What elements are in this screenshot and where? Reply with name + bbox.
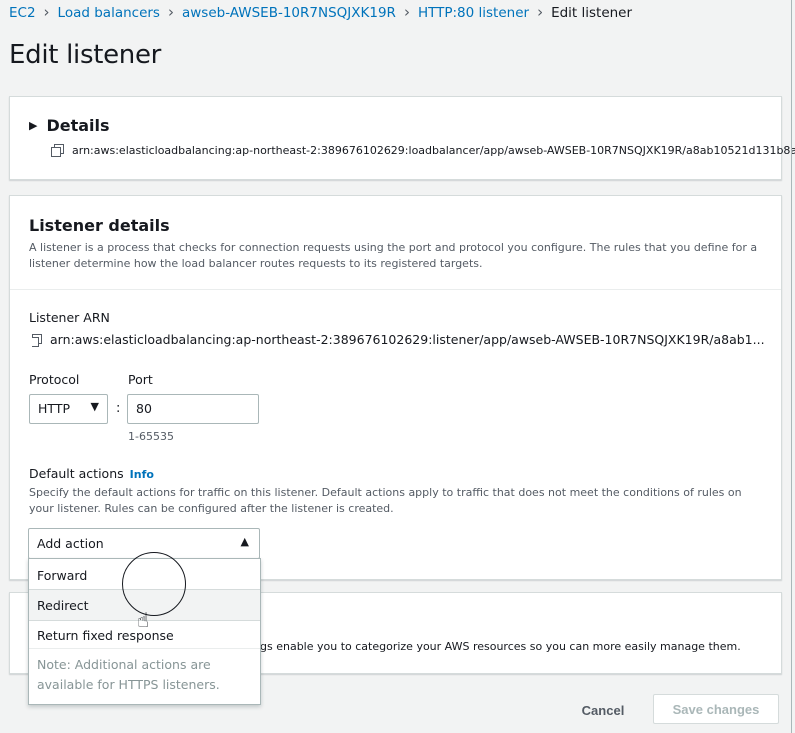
cancel-button[interactable]: Cancel [567, 696, 639, 724]
menu-item-redirect[interactable]: Redirect [29, 589, 260, 621]
copy-icon[interactable] [32, 334, 42, 347]
listener-details-title: Listener details [29, 216, 170, 235]
menu-item-return-fixed-response[interactable]: Return fixed response [29, 620, 260, 650]
protocol-label: Protocol [29, 372, 80, 387]
menu-item-label: Redirect [37, 598, 89, 613]
port-value: 80 [136, 401, 152, 416]
breadcrumb-ec2[interactable]: EC2 [9, 5, 36, 21]
listener-details-panel: Listener details A listener is a process… [9, 195, 782, 580]
caret-up-icon: ▲ [240, 535, 249, 548]
listener-arn-label: Listener ARN [29, 310, 110, 325]
details-heading: Details [46, 116, 110, 135]
window-edge [791, 0, 792, 733]
menu-item-forward[interactable]: Forward [29, 560, 260, 590]
breadcrumb-load-balancer[interactable]: awseb-AWSEB-10R7NSQJXK19R [182, 5, 396, 21]
details-panel: ▶ Details arn:aws:elasticloadbalancing:ap… [9, 96, 795, 180]
port-label: Port [128, 372, 153, 387]
listener-arn: arn:aws:elasticloadbalancing:ap-northeas… [32, 332, 772, 347]
listener-details-description: A listener is a process that checks for … [29, 241, 758, 270]
port-hint: 1-65535 [128, 430, 174, 443]
copy-icon[interactable] [51, 144, 64, 157]
breadcrumb-listener[interactable]: HTTP:80 listener [418, 5, 529, 21]
protocol-select[interactable]: HTTP ▼ [29, 394, 108, 424]
tags-description: gs enable you to categorize your AWS res… [260, 640, 741, 653]
default-actions-label: Default actions Info [29, 466, 154, 481]
breadcrumb: EC2 › Load balancers › awseb-AWSEB-10R7NSQJX… [9, 3, 632, 21]
protocol-value: HTTP [38, 401, 70, 416]
chevron-right-icon: › [403, 3, 410, 21]
add-action-dropdown[interactable]: Add action ▲ [28, 528, 260, 559]
listener-arn-text: arn:aws:elasticloadbalancing:ap-northeas… [50, 332, 765, 347]
default-actions-label-text: Default actions [29, 466, 124, 481]
add-action-menu: Forward Redirect Return fixed response N… [28, 558, 261, 705]
page-title: Edit listener [9, 40, 162, 70]
default-actions-description: Specify the default actions for traffic … [29, 486, 742, 515]
menu-item-label: Return fixed response [37, 628, 174, 643]
add-action-label: Add action [37, 536, 104, 551]
info-link[interactable]: Info [130, 468, 154, 481]
port-input[interactable]: 80 [127, 394, 259, 424]
load-balancer-arn: arn:aws:elasticloadbalancing:ap-northeas… [51, 144, 795, 157]
menu-item-label: Forward [37, 568, 88, 583]
protocol-port-separator: : [116, 401, 121, 416]
divider [29, 648, 260, 649]
load-balancer-arn-text: arn:aws:elasticloadbalancing:ap-northeas… [72, 144, 795, 157]
chevron-right-icon: › [43, 3, 50, 21]
details-toggle[interactable]: ▶ Details [29, 116, 110, 135]
breadcrumb-current: Edit listener [551, 5, 633, 21]
breadcrumb-load-balancers[interactable]: Load balancers [58, 5, 160, 21]
chevron-right-icon: › [167, 3, 174, 21]
chevron-right-icon: › [537, 3, 544, 21]
save-changes-button[interactable]: Save changes [653, 694, 779, 724]
menu-note: Note: Additional actions are available f… [37, 657, 220, 692]
caret-down-icon: ▼ [90, 400, 99, 413]
divider [10, 289, 781, 290]
caret-right-icon: ▶ [29, 119, 38, 132]
